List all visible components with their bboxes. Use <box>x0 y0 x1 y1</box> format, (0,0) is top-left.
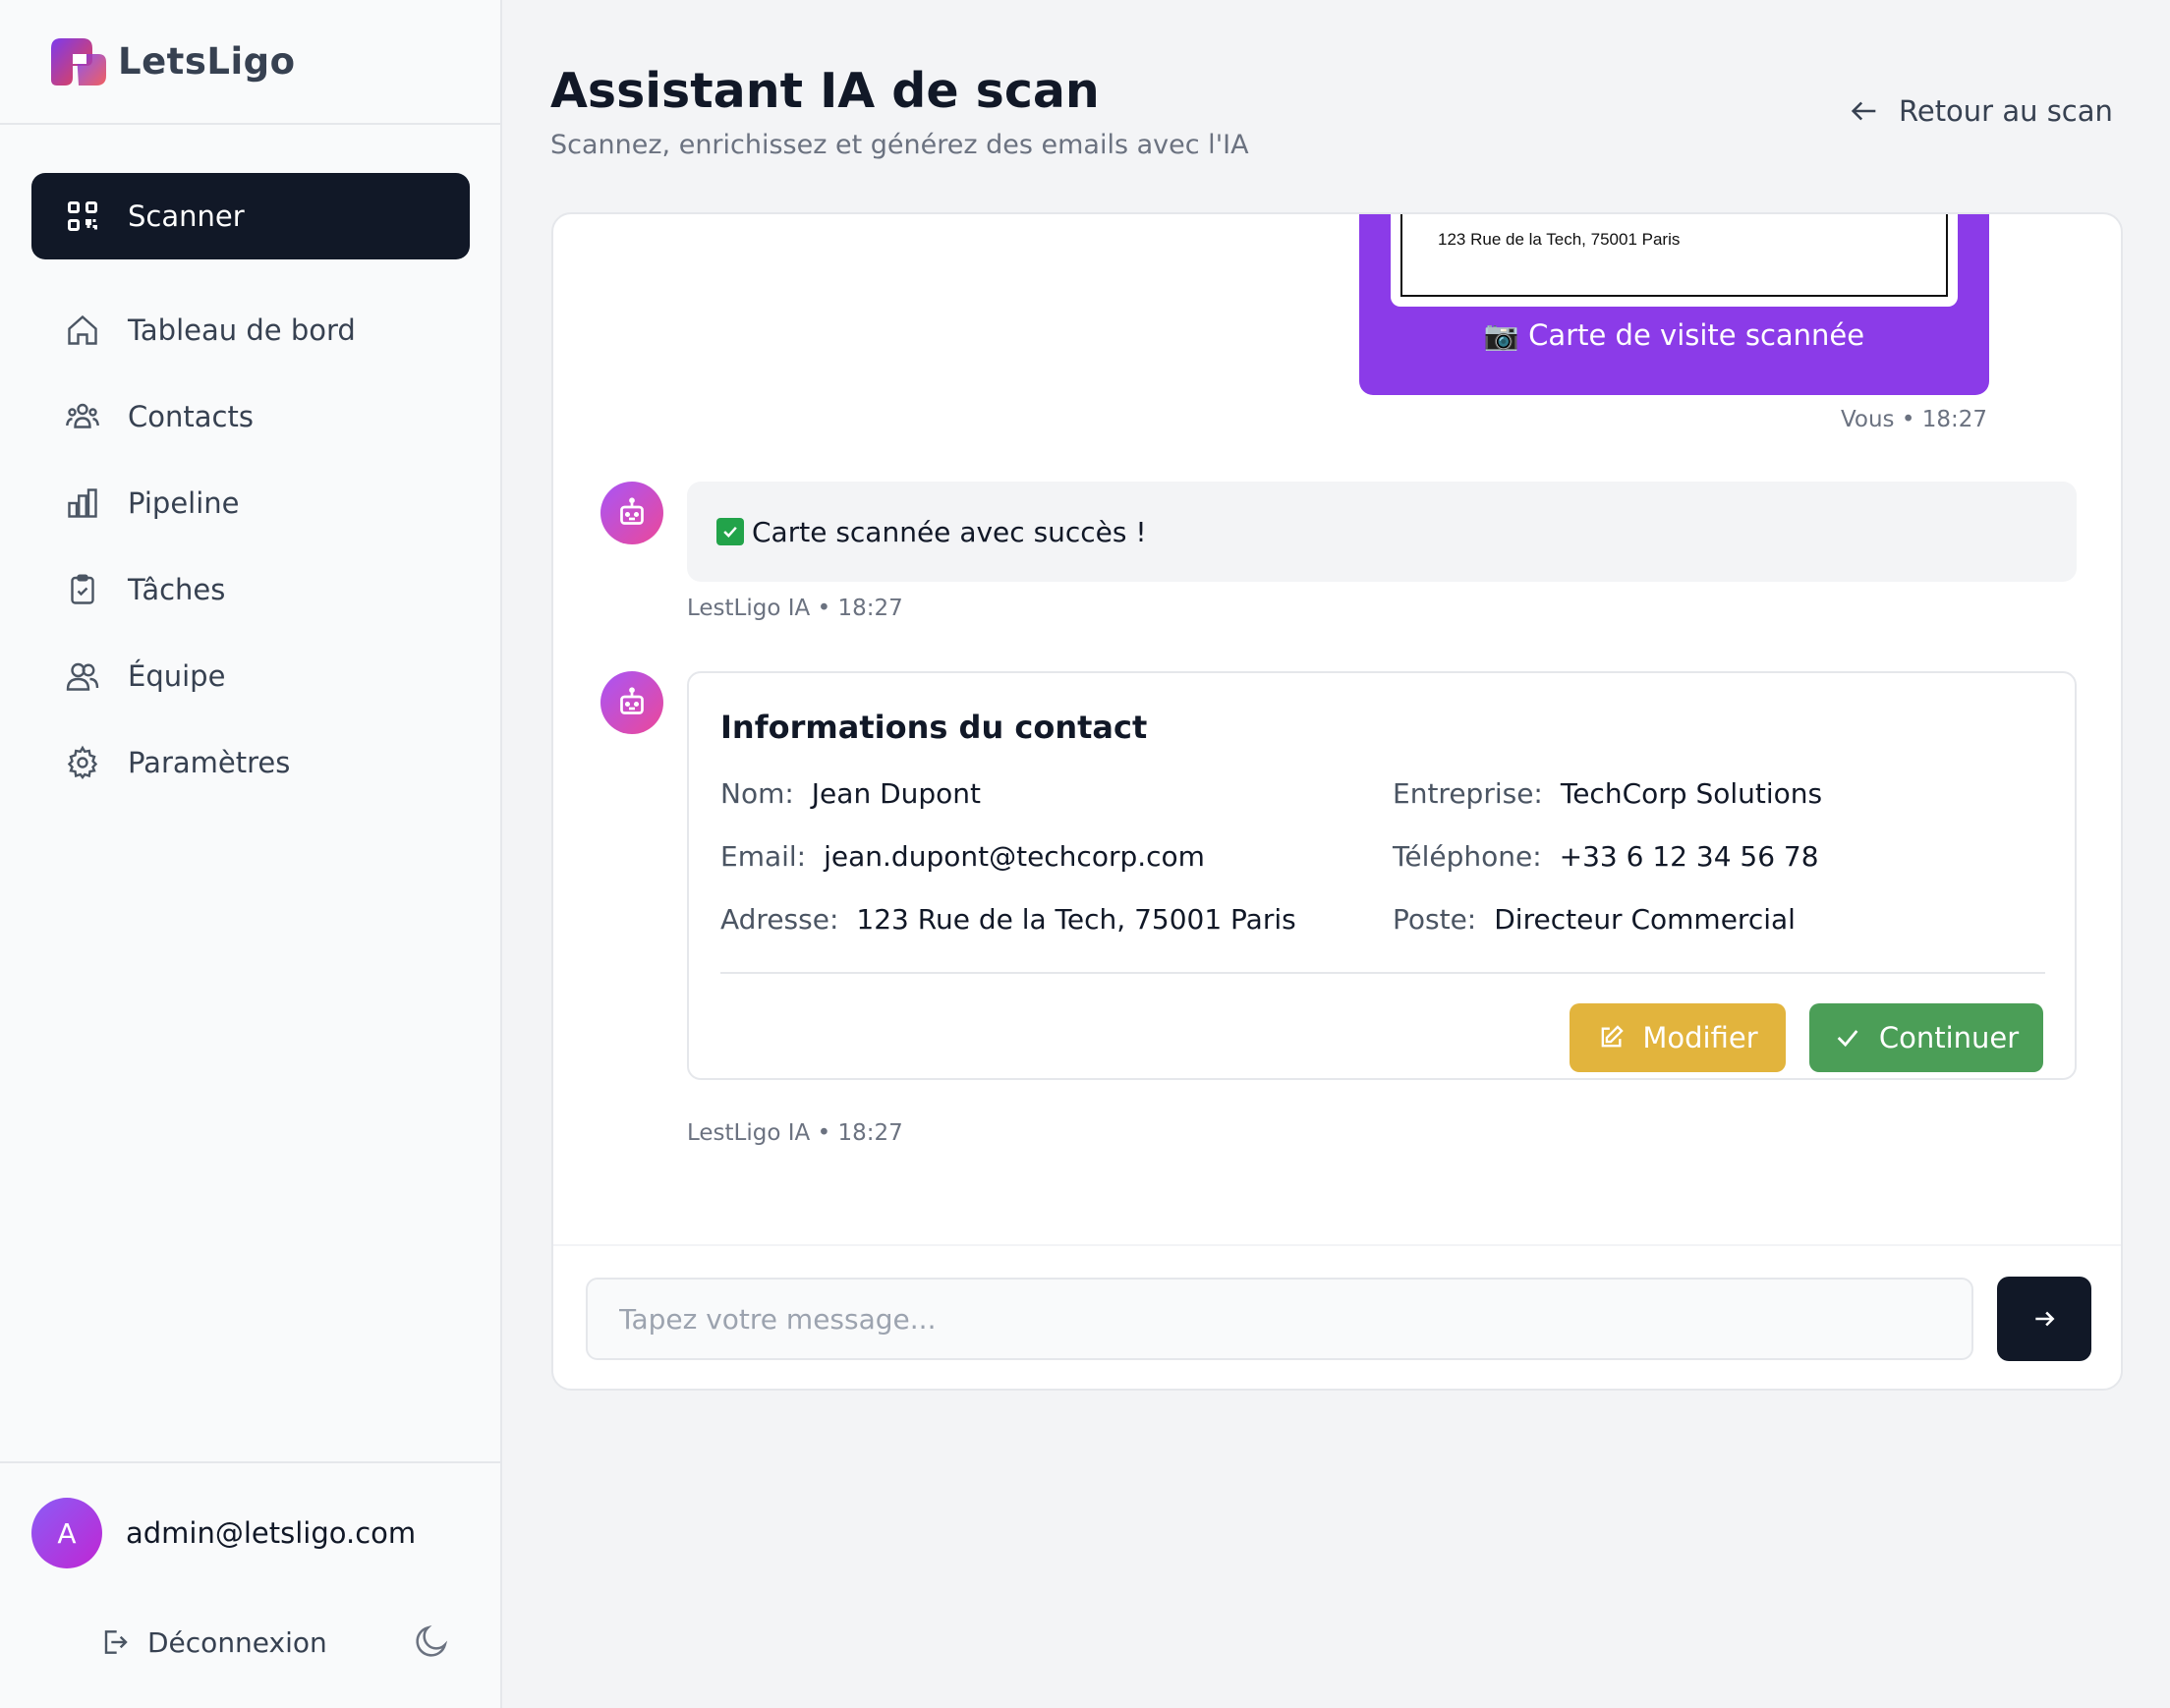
sidebar-item-label: Pipeline <box>128 486 240 520</box>
sidebar-item-label: Scanner <box>128 199 245 233</box>
user-profile[interactable]: A admin@letsligo.com <box>0 1463 502 1603</box>
user-email: admin@letsligo.com <box>126 1516 417 1550</box>
qr-scan-icon <box>68 201 97 231</box>
bot-message-success: Carte scannée avec succès ! <box>687 482 2077 582</box>
scanned-card-address: 123 Rue de la Tech, 75001 Paris <box>1400 214 1948 297</box>
robot-icon <box>620 497 644 525</box>
home-icon <box>68 314 97 345</box>
avatar: A <box>31 1498 102 1568</box>
message-meta: LestLigo IA • 18:27 <box>687 596 903 621</box>
brand-name: LetsLigo <box>118 40 296 83</box>
brand[interactable]: LetsLigo <box>0 0 500 125</box>
continue-button[interactable]: Continuer <box>1809 1003 2043 1072</box>
scanned-card-image[interactable]: 123 Rue de la Tech, 75001 Paris <box>1391 214 1958 307</box>
check-mark-icon <box>716 518 744 545</box>
sidebar-item-team[interactable]: Équipe <box>31 633 470 719</box>
field-email: Email: jean.dupont@techcorp.com <box>720 840 1205 873</box>
robot-icon <box>620 687 644 714</box>
logout-row: Déconnexion <box>0 1603 502 1681</box>
sidebar-item-scanner[interactable]: Scanner <box>31 173 470 259</box>
logout-label: Déconnexion <box>147 1625 327 1659</box>
edit-icon <box>1602 1025 1625 1048</box>
gear-icon <box>67 745 98 779</box>
sidebar-item-label: Tâches <box>128 573 226 606</box>
logout-icon <box>104 1630 128 1654</box>
logout-button[interactable]: Déconnexion <box>98 1626 327 1659</box>
divider <box>720 972 2045 974</box>
page-subtitle: Scannez, enrichissez et générez des emai… <box>550 130 1249 160</box>
letsligo-logo-icon <box>51 37 106 85</box>
sidebar-item-tasks[interactable]: Tâches <box>31 546 470 633</box>
bot-avatar <box>600 671 663 734</box>
scanned-card-caption: 📷 Carte de visite scannée <box>1483 318 1865 352</box>
page-title: Assistant IA de scan <box>550 63 1100 119</box>
chat-panel: 123 Rue de la Tech, 75001 Paris 📷 Carte … <box>551 212 2123 1391</box>
team-icon <box>66 662 99 691</box>
sidebar-item-label: Équipe <box>128 659 226 693</box>
sidebar-item-label: Contacts <box>128 400 254 433</box>
bot-avatar <box>600 482 663 544</box>
sidebar-item-pipeline[interactable]: Pipeline <box>31 460 470 546</box>
field-position: Poste: Directeur Commercial <box>1393 903 1796 936</box>
dark-mode-toggle[interactable] <box>414 1622 451 1663</box>
sidebar: LetsLigo Scanner Tableau de bord Contact… <box>0 0 502 1708</box>
check-icon <box>1837 1030 1858 1048</box>
sidebar-item-label: Paramètres <box>128 746 291 779</box>
message-meta: Vous • 18:27 <box>1840 407 1987 432</box>
message-composer <box>553 1244 2121 1389</box>
field-company: Entreprise: TechCorp Solutions <box>1393 777 1823 810</box>
moon-icon <box>416 1624 448 1657</box>
contact-info-card: Informations du contact Nom: Jean Dupont … <box>687 671 2077 1080</box>
users-icon <box>66 403 99 428</box>
field-phone: Téléphone: +33 6 12 34 56 78 <box>1393 840 1819 873</box>
user-block: A admin@letsligo.com Déconnexion <box>0 1461 502 1681</box>
scanned-card-message: 123 Rue de la Tech, 75001 Paris 📷 Carte … <box>1359 214 1989 395</box>
message-meta: LestLigo IA • 18:27 <box>687 1120 903 1146</box>
sidebar-item-settings[interactable]: Paramètres <box>31 719 470 806</box>
sidebar-item-dashboard[interactable]: Tableau de bord <box>31 287 470 373</box>
sidebar-item-label: Tableau de bord <box>128 313 356 347</box>
bot-message-text: Carte scannée avec succès ! <box>752 515 1147 548</box>
arrow-left-icon <box>1851 101 1876 121</box>
field-address: Adresse: 123 Rue de la Tech, 75001 Paris <box>720 903 1296 936</box>
bar-chart-icon <box>68 488 97 518</box>
sidebar-item-contacts[interactable]: Contacts <box>31 373 470 460</box>
modify-button[interactable]: Modifier <box>1570 1003 1786 1072</box>
back-label: Retour au scan <box>1899 94 2113 128</box>
field-name: Nom: Jean Dupont <box>720 777 982 810</box>
back-to-scan-link[interactable]: Retour au scan <box>1848 94 2113 128</box>
contact-info-title: Informations du contact <box>720 709 1148 746</box>
main-nav: Scanner Tableau de bord Contacts Pipelin… <box>31 173 470 806</box>
clipboard-check-icon <box>71 574 94 604</box>
send-button[interactable] <box>1997 1277 2091 1361</box>
modify-label: Modifier <box>1642 1021 1758 1054</box>
message-input[interactable] <box>586 1278 1973 1360</box>
continue-label: Continuer <box>1878 1021 2020 1054</box>
arrow-right-icon <box>2035 1311 2055 1327</box>
